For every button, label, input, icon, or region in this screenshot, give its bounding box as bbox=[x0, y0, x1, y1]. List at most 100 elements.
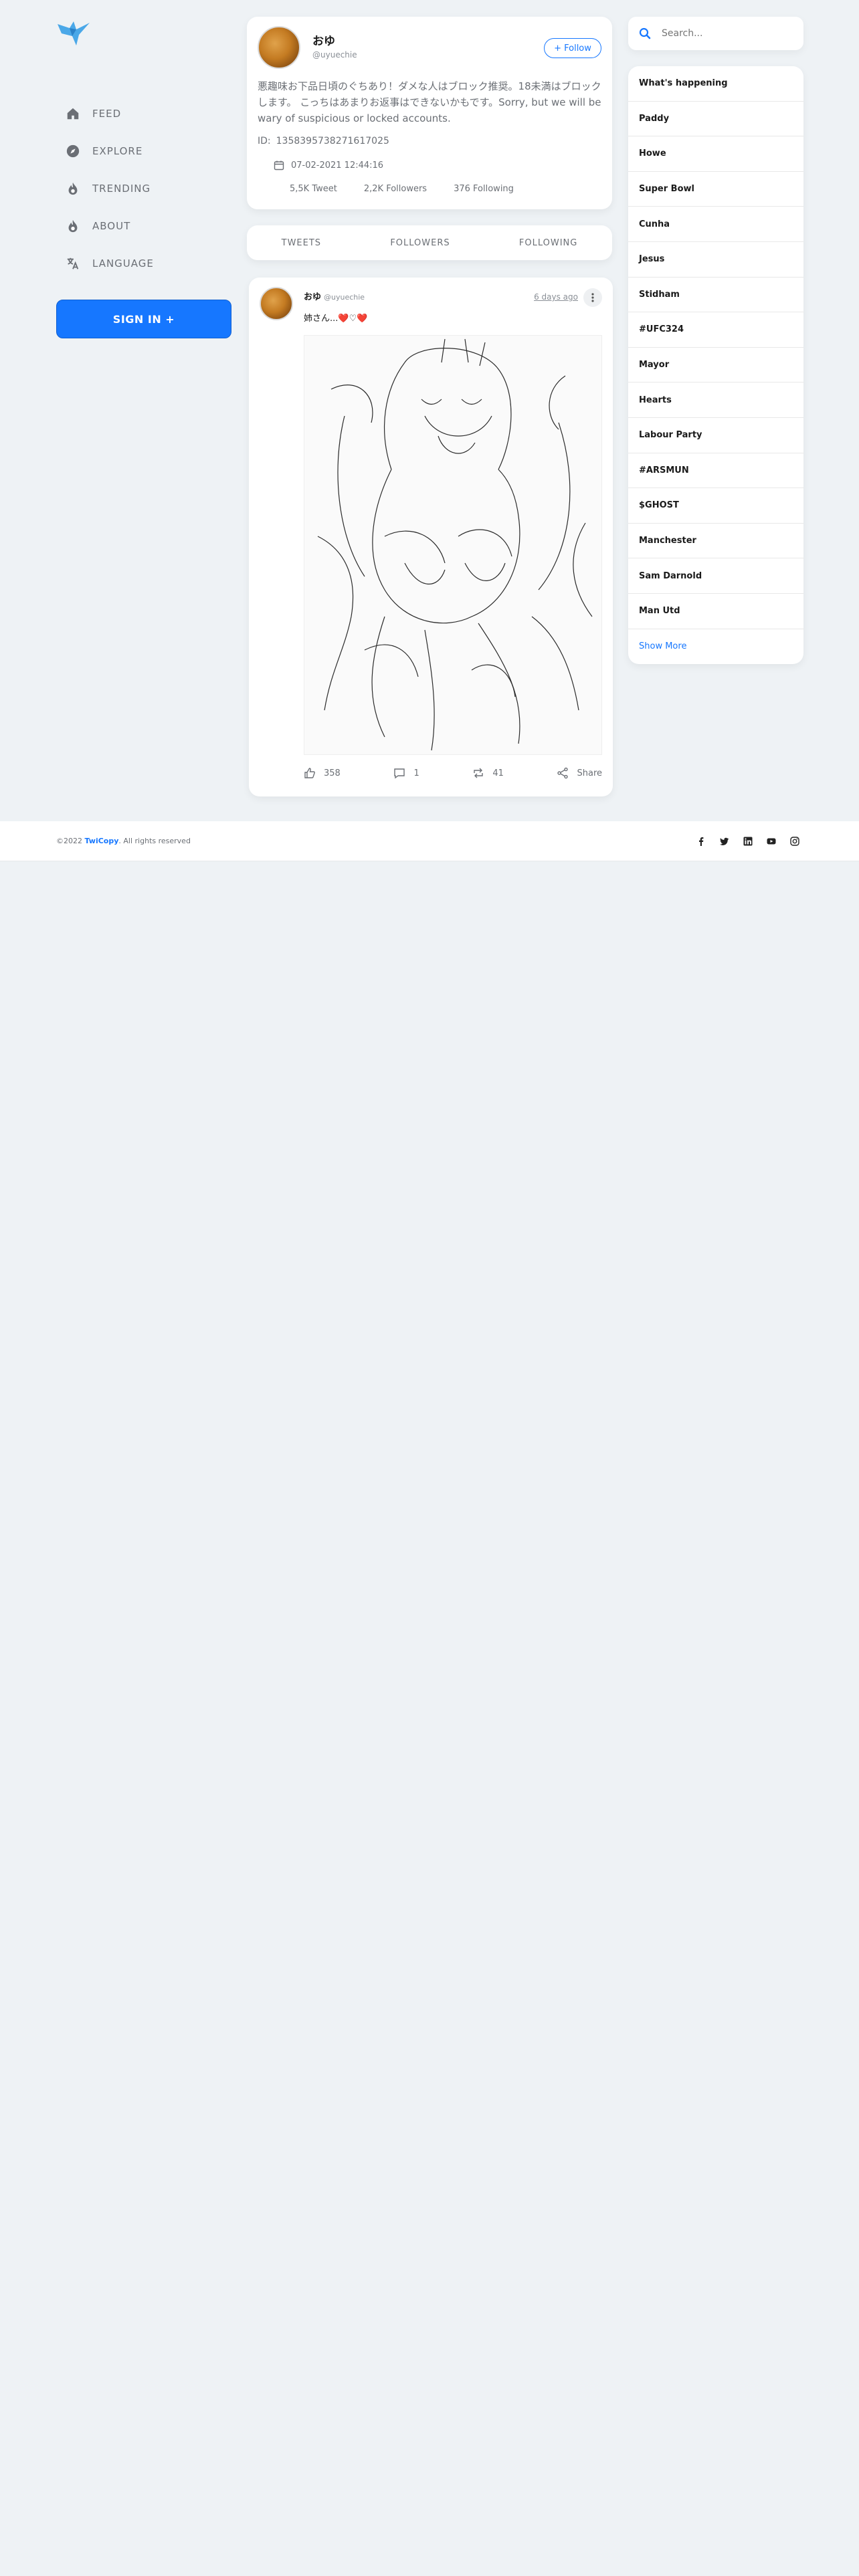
search-input[interactable] bbox=[662, 28, 782, 39]
retweet-button[interactable]: 41 bbox=[472, 767, 504, 779]
trend-item[interactable]: Man Utd bbox=[628, 594, 803, 629]
profile-tabs: TWEETS FOLLOWERS FOLLOWING bbox=[247, 225, 612, 260]
like-count: 358 bbox=[324, 768, 341, 778]
calendar-icon bbox=[274, 160, 284, 171]
profile-id-value: 1358395738271617025 bbox=[276, 136, 389, 146]
social-links bbox=[686, 833, 803, 849]
nav-language[interactable]: LANGUAGE bbox=[56, 245, 231, 282]
profile-joined: 07-02-2021 12:44:16 bbox=[274, 160, 383, 171]
more-options-button[interactable] bbox=[583, 288, 602, 307]
comment-button[interactable]: 1 bbox=[393, 767, 419, 779]
trend-item[interactable]: Paddy bbox=[628, 102, 803, 137]
trend-item[interactable]: Labour Party bbox=[628, 418, 803, 453]
twitter-icon bbox=[720, 837, 729, 845]
translate-icon bbox=[67, 257, 79, 270]
share-icon bbox=[557, 767, 569, 779]
trend-item[interactable]: $GHOST bbox=[628, 488, 803, 524]
tweet-author-name: おゆ bbox=[304, 292, 322, 302]
retweet-icon bbox=[474, 768, 484, 778]
following-count: 376 Following bbox=[454, 184, 514, 194]
nav-feed[interactable]: FEED bbox=[56, 95, 231, 132]
search-box bbox=[628, 17, 803, 50]
tweet-avatar[interactable] bbox=[260, 287, 293, 320]
footer: ©2022 TwiCopy. All rights reserved bbox=[0, 821, 859, 861]
profile-bio: 悪趣味お下品日頃のぐちあり！ダメな人はブロック推奨。18未満はブロックします。 … bbox=[258, 80, 601, 124]
tweet-author: おゆ @uyuechie bbox=[304, 290, 365, 302]
tweet-count: 5,5K Tweet bbox=[290, 184, 337, 194]
more-vertical-icon bbox=[591, 293, 594, 302]
compass-icon bbox=[66, 144, 80, 158]
trend-item[interactable]: Cunha bbox=[628, 207, 803, 242]
nav-language-label: LANGUAGE bbox=[92, 257, 154, 270]
profile-id: ID: 1358395738271617025 bbox=[258, 136, 389, 146]
follower-count: 2,2K Followers bbox=[363, 184, 427, 194]
follow-button[interactable]: + Follow bbox=[544, 38, 601, 58]
trends-panel: What's happening Paddy Howe Super Bowl C… bbox=[628, 66, 803, 665]
profile-card: おゆ @uyuechie + Follow 悪趣味お下品日頃のぐちあり！ダメな人… bbox=[247, 17, 612, 209]
home-icon bbox=[67, 108, 79, 120]
sign-in-button[interactable]: SIGN IN + bbox=[56, 300, 231, 338]
right-sidebar: What's happening Paddy Howe Super Bowl C… bbox=[628, 17, 803, 665]
instagram-link[interactable] bbox=[787, 833, 803, 849]
trend-item[interactable]: Howe bbox=[628, 136, 803, 172]
nav-trending-label: TRENDING bbox=[92, 183, 151, 195]
facebook-icon bbox=[699, 837, 704, 846]
tab-tweets[interactable]: TWEETS bbox=[282, 238, 321, 248]
trend-item[interactable]: #ARSMUN bbox=[628, 453, 803, 489]
comment-icon bbox=[394, 768, 405, 779]
tweet-image[interactable] bbox=[304, 335, 602, 755]
trends-header: What's happening bbox=[628, 66, 803, 102]
nav-trending[interactable]: TRENDING bbox=[56, 170, 231, 207]
bird-logo-icon[interactable] bbox=[56, 19, 92, 47]
line-art-illustration bbox=[317, 338, 593, 751]
linkedin-icon bbox=[743, 837, 753, 846]
copyright: ©2022 TwiCopy. All rights reserved bbox=[56, 837, 191, 845]
left-sidebar: FEED EXPLORE TRENDING ABOUT LANGUAGE SIG… bbox=[56, 19, 231, 338]
twitter-link[interactable] bbox=[717, 833, 733, 849]
youtube-icon bbox=[767, 838, 776, 845]
flame-icon bbox=[68, 182, 78, 195]
nav-feed-label: FEED bbox=[92, 108, 122, 120]
like-button[interactable]: 358 bbox=[304, 767, 341, 779]
main-column: おゆ @uyuechie + Follow 悪趣味お下品日頃のぐちあり！ダメな人… bbox=[247, 17, 613, 796]
brand-link[interactable]: TwiCopy bbox=[85, 837, 119, 845]
nav-about[interactable]: ABOUT bbox=[56, 207, 231, 245]
show-more-link[interactable]: Show More bbox=[628, 629, 803, 665]
linkedin-link[interactable] bbox=[740, 833, 756, 849]
thumbs-up-icon bbox=[304, 768, 315, 778]
profile-handle: @uyuechie bbox=[312, 50, 357, 60]
trend-item[interactable]: Manchester bbox=[628, 524, 803, 559]
copyright-suffix: . All rights reserved bbox=[118, 837, 191, 845]
tweet-actions: 358 1 41 Share bbox=[304, 767, 602, 779]
tweet-timestamp[interactable]: 6 days ago bbox=[534, 292, 578, 302]
retweet-count: 41 bbox=[492, 768, 504, 778]
profile-name: おゆ bbox=[312, 35, 335, 48]
facebook-link[interactable] bbox=[693, 833, 709, 849]
copyright-prefix: ©2022 bbox=[56, 837, 85, 845]
profile-stats: 5,5K Tweet 2,2K Followers 376 Following bbox=[290, 184, 541, 194]
trend-item[interactable]: #UFC324 bbox=[628, 312, 803, 348]
profile-id-label: ID: bbox=[258, 136, 271, 146]
instagram-icon bbox=[790, 837, 799, 846]
trend-item[interactable]: Stidham bbox=[628, 278, 803, 313]
youtube-link[interactable] bbox=[763, 833, 779, 849]
trend-item[interactable]: Super Bowl bbox=[628, 172, 803, 207]
trend-item[interactable]: Mayor bbox=[628, 348, 803, 383]
share-button[interactable]: Share bbox=[557, 767, 602, 779]
comment-count: 1 bbox=[413, 768, 419, 778]
tab-followers[interactable]: FOLLOWERS bbox=[390, 238, 450, 248]
tab-following[interactable]: FOLLOWING bbox=[519, 238, 577, 248]
nav-about-label: ABOUT bbox=[92, 220, 131, 232]
tweet-card: おゆ @uyuechie 6 days ago 姉さん...❤️♡❤️ 358 … bbox=[249, 278, 613, 796]
flame-icon bbox=[68, 219, 78, 233]
trend-item[interactable]: Sam Darnold bbox=[628, 558, 803, 594]
avatar[interactable] bbox=[258, 26, 300, 69]
search-icon bbox=[639, 27, 651, 39]
tweet-author-handle: @uyuechie bbox=[324, 293, 365, 302]
trend-item[interactable]: Jesus bbox=[628, 242, 803, 278]
nav-explore[interactable]: EXPLORE bbox=[56, 132, 231, 170]
tweet-text: 姉さん...❤️♡❤️ bbox=[304, 314, 368, 324]
nav-explore-label: EXPLORE bbox=[92, 145, 143, 157]
share-label: Share bbox=[577, 768, 602, 778]
trend-item[interactable]: Hearts bbox=[628, 383, 803, 418]
